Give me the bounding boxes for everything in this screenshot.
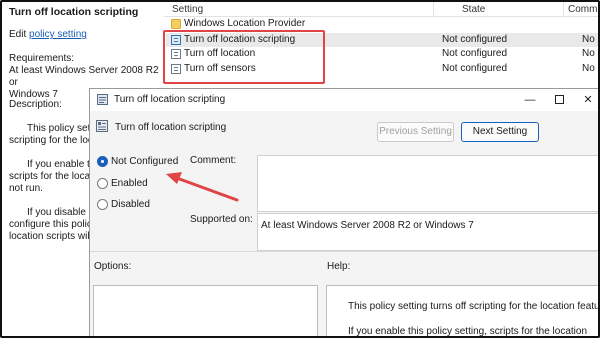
annotation-arrow-icon	[166, 172, 239, 202]
